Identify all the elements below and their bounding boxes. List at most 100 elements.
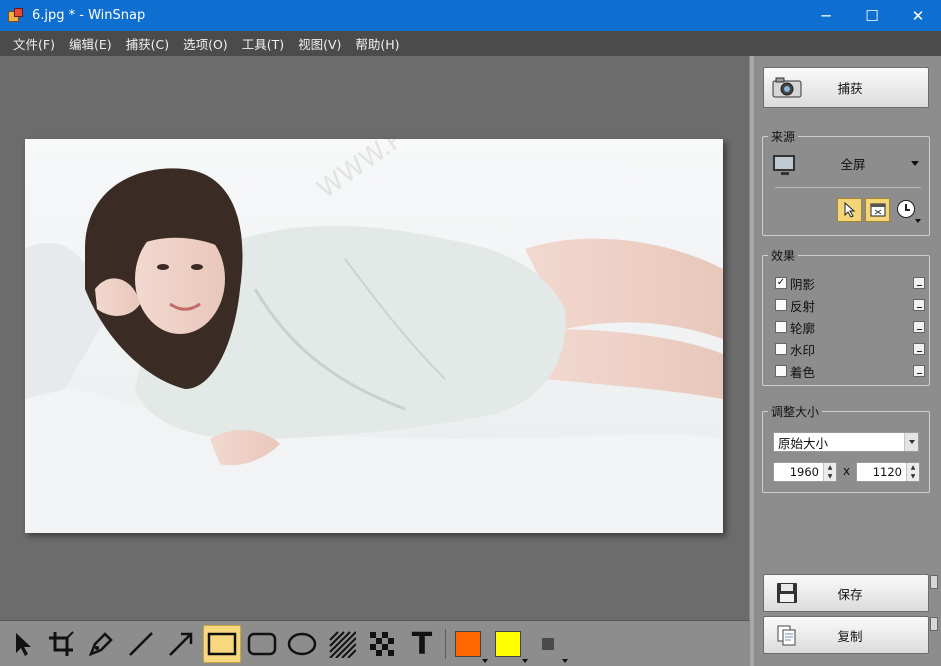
- window-title: 6.jpg * - WinSnap: [32, 8, 146, 23]
- resize-mode-select[interactable]: 原始大小: [773, 432, 919, 452]
- save-button-label: 保存: [837, 586, 863, 602]
- pen-icon: [88, 632, 113, 657]
- height-decrement[interactable]: ▼: [907, 472, 919, 481]
- menu-file[interactable]: 文件(F): [6, 34, 62, 53]
- effect-reflection-label: 反射: [790, 298, 816, 314]
- copy-button-label: 复制: [837, 628, 863, 644]
- tool-ellipse[interactable]: [283, 625, 321, 663]
- sidebar: 捕获 来源 全屏 效果 ✓ 阴影 反射 轮廓 水印 着色 调整大小 原始大小 1…: [754, 56, 941, 666]
- ellipse-icon: [287, 632, 317, 656]
- pixelate-icon: [370, 632, 394, 656]
- secondary-color-swatch[interactable]: [495, 631, 521, 657]
- close-button[interactable]: ✕: [895, 0, 941, 31]
- minimize-button[interactable]: ─: [803, 0, 849, 31]
- primary-color-swatch[interactable]: [455, 631, 481, 657]
- tool-rounded-rectangle[interactable]: [243, 625, 281, 663]
- effect-watermark-checkbox[interactable]: [775, 343, 787, 355]
- tool-rectangle[interactable]: [203, 625, 241, 663]
- width-spinbox[interactable]: 1960 ▲ ▼: [773, 462, 837, 482]
- tool-hatch[interactable]: [323, 625, 361, 663]
- pointer-icon: [16, 633, 31, 656]
- drawing-toolbar: T: [0, 620, 750, 666]
- effect-colorize-settings-button[interactable]: [913, 365, 925, 377]
- floppy-disk-icon: [772, 581, 802, 605]
- maximize-button[interactable]: ☐: [849, 0, 895, 31]
- height-increment[interactable]: ▲: [907, 463, 919, 472]
- toolbar-separator: [445, 629, 446, 659]
- width-decrement[interactable]: ▼: [824, 472, 836, 481]
- capture-button-label: 捕获: [837, 81, 863, 96]
- menu-edit[interactable]: 编辑(E): [62, 34, 119, 53]
- monitor-icon: [773, 155, 795, 175]
- title-bar: 6.jpg * - WinSnap ─ ☐ ✕: [0, 0, 941, 31]
- save-button[interactable]: 保存: [763, 574, 929, 612]
- effect-outline-settings-button[interactable]: [913, 321, 925, 333]
- resize-mode-value: 原始大小: [778, 435, 829, 451]
- tool-pen[interactable]: [82, 625, 120, 663]
- menu-view[interactable]: 视图(V): [291, 34, 348, 53]
- primary-color-dropdown-icon[interactable]: [482, 659, 488, 663]
- tool-pixelate[interactable]: [363, 625, 401, 663]
- line-width-swatch[interactable]: [542, 638, 554, 650]
- timer-icon[interactable]: [897, 200, 915, 218]
- photo-illustration: WWW.PCSOFT.COM: [25, 139, 723, 533]
- copy-button[interactable]: 复制: [763, 616, 929, 654]
- arrow-icon: [169, 632, 193, 656]
- source-value: 全屏: [840, 156, 866, 172]
- include-cursor-button[interactable]: [837, 198, 862, 222]
- effects-group: 效果 ✓ 阴影 反射 轮廓 水印 着色: [762, 247, 930, 386]
- menu-bar: 文件(F) 编辑(E) 捕获(C) 选项(O) 工具(T) 视图(V) 帮助(H…: [0, 31, 941, 56]
- height-spinbox[interactable]: 1120 ▲ ▼: [856, 462, 920, 482]
- effect-outline-label: 轮廓: [790, 320, 816, 336]
- image-canvas[interactable]: WWW.PCSOFT.COM: [0, 56, 750, 620]
- menu-tools[interactable]: 工具(T): [235, 34, 291, 53]
- dimension-separator: x: [843, 464, 851, 478]
- effect-watermark-label: 水印: [790, 342, 816, 358]
- tool-arrow[interactable]: [162, 625, 200, 663]
- crop-icon: [49, 631, 74, 656]
- chevron-down-icon: [911, 160, 919, 166]
- window-icon: [870, 203, 885, 217]
- line-width-dropdown-icon[interactable]: [562, 659, 568, 663]
- timer-dropdown-icon[interactable]: [915, 219, 921, 223]
- width-increment[interactable]: ▲: [824, 463, 836, 472]
- secondary-color-dropdown-icon[interactable]: [522, 659, 528, 663]
- camera-icon: [772, 76, 802, 100]
- effect-colorize-row: 着色: [775, 362, 925, 380]
- effect-reflection-settings-button[interactable]: [913, 299, 925, 311]
- menu-help[interactable]: 帮助(H): [348, 34, 406, 53]
- effect-watermark-settings-button[interactable]: [913, 343, 925, 355]
- effect-shadow-label: 阴影: [790, 276, 816, 292]
- captured-image[interactable]: WWW.PCSOFT.COM: [25, 139, 723, 533]
- menu-options[interactable]: 选项(O): [176, 34, 235, 53]
- source-group-title: 来源: [768, 128, 799, 145]
- effect-watermark-row: 水印: [775, 340, 925, 358]
- hatch-icon: [329, 631, 356, 658]
- effect-outline-checkbox[interactable]: [775, 321, 787, 333]
- resize-group-title: 调整大小: [768, 403, 823, 420]
- effect-outline-row: 轮廓: [775, 318, 925, 336]
- effect-shadow-settings-button[interactable]: [913, 277, 925, 289]
- tool-text[interactable]: T: [403, 625, 441, 663]
- effect-reflection-row: 反射: [775, 296, 925, 314]
- sidebar-scroll-handle[interactable]: [930, 575, 938, 589]
- width-value: 1960: [789, 465, 819, 479]
- window-capture-option-button[interactable]: [865, 198, 890, 222]
- tool-pointer[interactable]: [4, 625, 42, 663]
- chevron-down-icon: [904, 433, 918, 451]
- sidebar-scroll-handle-2[interactable]: [930, 617, 938, 631]
- effect-shadow-checkbox[interactable]: ✓: [775, 277, 787, 289]
- height-value: 1120: [872, 465, 902, 479]
- resize-group: 调整大小 原始大小 1960 ▲ ▼ x 1120 ▲ ▼: [762, 403, 930, 493]
- menu-capture[interactable]: 捕获(C): [119, 34, 176, 53]
- tool-line[interactable]: [122, 625, 160, 663]
- source-group: 来源 全屏: [762, 128, 930, 236]
- cursor-icon: [844, 202, 855, 218]
- text-icon: T: [411, 626, 433, 662]
- tool-crop[interactable]: [42, 625, 80, 663]
- line-icon: [129, 632, 153, 656]
- effect-colorize-checkbox[interactable]: [775, 365, 787, 377]
- source-selector[interactable]: 全屏: [773, 151, 919, 175]
- capture-button[interactable]: 捕获: [763, 67, 929, 108]
- effect-reflection-checkbox[interactable]: [775, 299, 787, 311]
